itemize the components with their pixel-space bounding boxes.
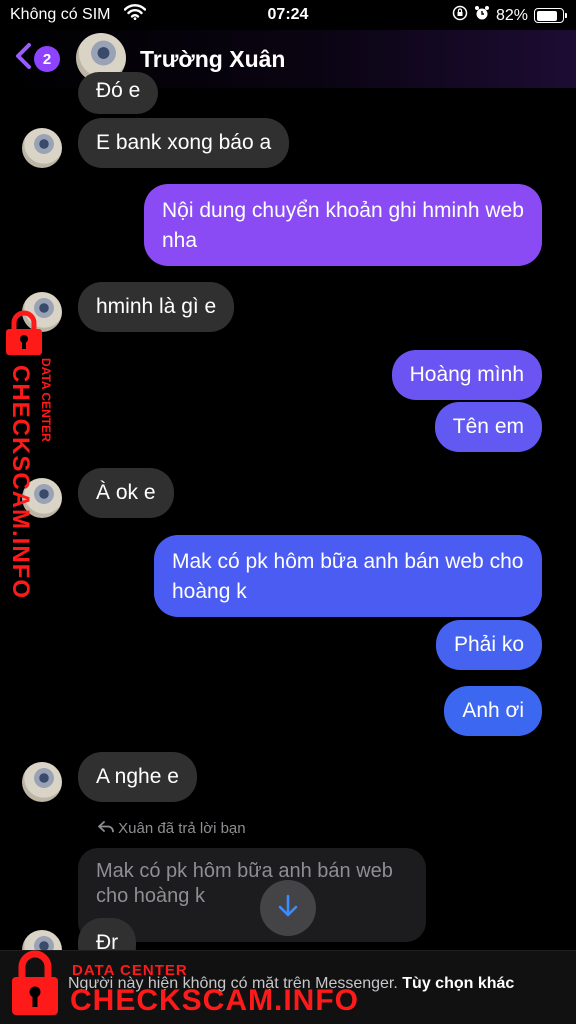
message-bubble-outgoing[interactable]: Nội dung chuyển khoản ghi hminh web nha [144,184,542,266]
message-bubble-outgoing[interactable]: Phải ko [435,620,542,670]
watermark-tagline: DATA CENTER [72,962,188,979]
chevron-left-icon [14,42,32,76]
lock-icon [10,950,60,1021]
battery-percent: 82% [495,6,528,24]
watermark-brand: CHECKSCAM.INFO [7,365,34,599]
message-bubble-outgoing[interactable]: Anh ơi [444,686,542,736]
reply-indicator: Xuân đã trả lời bạn [98,820,246,837]
lock-icon [4,310,44,361]
more-options-link[interactable]: Tùy chọn khác [402,975,514,992]
contact-name[interactable]: Trường Xuân [140,46,285,73]
message-bubble-outgoing[interactable]: Mak có pk hôm bữa anh bán web cho hoàng … [154,535,542,617]
arrow-down-icon [277,894,299,923]
sender-avatar [22,128,62,168]
sender-avatar [22,762,62,802]
message-bubble-outgoing[interactable]: Tên em [434,402,542,452]
status-bar: Không có SIM 07:24 82% [0,0,576,30]
watermark-brand: CHECKSCAM.INFO [70,984,359,1017]
orientation-lock-icon [452,5,468,26]
battery-icon [534,8,567,23]
alarm-icon [474,5,490,26]
reply-note-text: Xuân đã trả lời bạn [118,820,246,837]
message-bubble-incoming[interactable]: A nghe e [78,752,197,802]
message-bubble-incoming[interactable]: hminh là gì e [78,282,235,332]
back-button[interactable]: 2 [14,42,60,76]
unread-count-badge: 2 [34,46,60,72]
message-bubble-incoming[interactable]: E bank xong báo a [78,118,290,168]
reply-icon [98,820,118,837]
message-bubble-outgoing[interactable]: Hoàng mình [391,350,542,400]
message-bubble-incoming[interactable]: Đó e [78,72,159,114]
watermark-tagline: DATA CENTER [39,358,53,442]
message-bubble-incoming[interactable]: À ok e [78,468,174,518]
watermark-vertical: CHECKSCAM.INFO DATA CENTER [2,358,62,599]
scroll-to-bottom-button[interactable] [260,880,316,936]
